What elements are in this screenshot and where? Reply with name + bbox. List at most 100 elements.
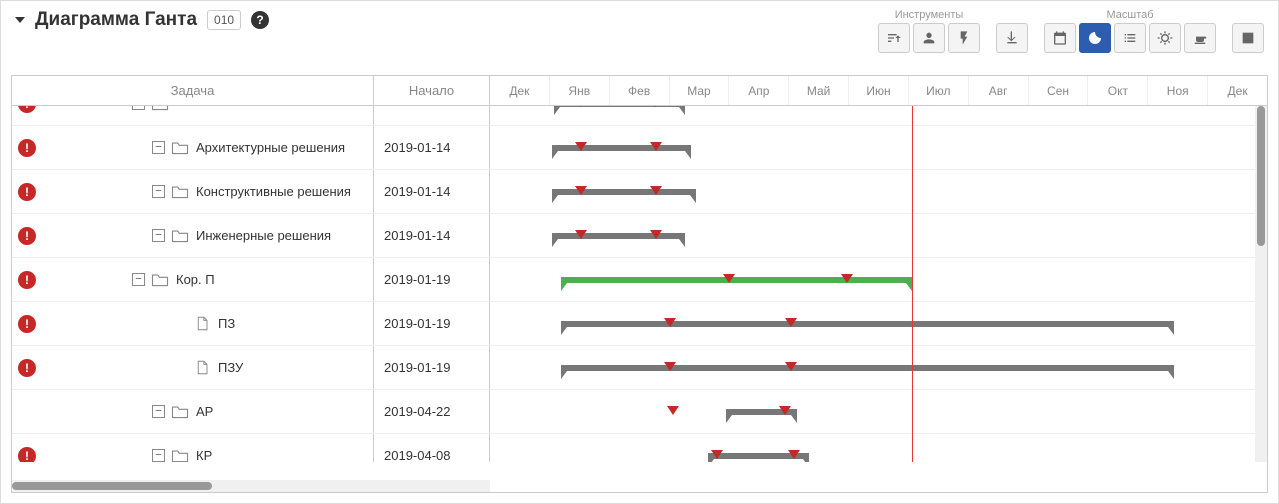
task-cell: ! ПЗ	[12, 302, 374, 345]
gantt-bar[interactable]	[554, 106, 685, 107]
folder-icon	[171, 448, 189, 462]
scale-day-button[interactable]	[1044, 23, 1076, 53]
folder-icon	[171, 184, 189, 199]
tree-collapse-icon[interactable]: −	[152, 185, 165, 198]
gantt-bar[interactable]	[561, 365, 1175, 371]
task-cell: ! − Кор. П	[12, 258, 374, 301]
gantt-widget: Диаграмма Ганта 010 ? Инструменты Мас	[0, 0, 1279, 504]
folder-icon	[151, 272, 169, 287]
alert-icon: !	[18, 315, 36, 333]
help-icon[interactable]: ?	[251, 11, 269, 29]
milestone-marker-icon	[650, 230, 662, 239]
month-cell: Мар	[670, 76, 730, 105]
milestone-marker-icon	[779, 406, 791, 415]
tree-collapse-icon[interactable]: −	[152, 405, 165, 418]
month-cell: Сен	[1029, 76, 1089, 105]
sort-button[interactable]	[878, 23, 910, 53]
task-name: АР	[196, 404, 213, 419]
collapse-toggle-icon[interactable]	[15, 17, 25, 23]
gantt-bar[interactable]	[552, 233, 685, 239]
task-cell: !−Инженерные решения	[12, 214, 374, 257]
table-row[interactable]: ! − Кор. П 2019-01-19	[12, 258, 1267, 302]
tree-collapse-icon[interactable]: −	[152, 449, 165, 462]
timeline-header: ДекЯнвФевМарАпрМайИюнИюлАвгСенОктНояДек	[490, 76, 1267, 105]
scale-label: Масштаб	[1106, 9, 1153, 21]
task-cell: − АР	[12, 390, 374, 433]
table-row[interactable]: !−Архитектурные решения2019-01-14	[12, 126, 1267, 170]
start-date	[374, 106, 490, 125]
start-date: 2019-04-08	[374, 434, 490, 462]
folder-icon	[151, 106, 169, 111]
milestone-marker-icon	[711, 450, 723, 459]
header-right: Инструменты Масштаб	[878, 9, 1264, 53]
month-cell: Окт	[1088, 76, 1148, 105]
count-badge: 010	[207, 10, 241, 30]
tree-collapse-icon[interactable]: −	[152, 141, 165, 154]
row-chart	[490, 106, 1267, 125]
fullscreen-group	[1232, 9, 1264, 53]
milestone-marker-icon	[575, 106, 587, 107]
tree-collapse-icon[interactable]: −	[132, 106, 145, 110]
column-start[interactable]: Начало	[374, 76, 490, 105]
tree-collapse-icon[interactable]: −	[132, 273, 145, 286]
table-row[interactable]: ! ПЗУ 2019-01-19	[12, 346, 1267, 390]
tree-collapse-icon[interactable]: −	[152, 229, 165, 242]
folder-icon	[171, 404, 189, 419]
table-row[interactable]: − АР 2019-04-22	[12, 390, 1267, 434]
task-cell: ! ПЗУ	[12, 346, 374, 389]
row-chart	[490, 258, 1267, 301]
start-date: 2019-04-22	[374, 390, 490, 433]
today-line	[912, 106, 913, 462]
fullscreen-button[interactable]	[1232, 23, 1264, 53]
task-name: ПЗУ	[218, 360, 243, 375]
table-row[interactable]: !−Конструктивные решения2019-01-14	[12, 170, 1267, 214]
bolt-button[interactable]	[948, 23, 980, 53]
task-name: Кор. П	[176, 272, 215, 287]
horizontal-scrollbar[interactable]	[12, 480, 490, 492]
vertical-scrollbar[interactable]	[1255, 106, 1267, 462]
start-date: 2019-01-19	[374, 346, 490, 389]
task-name: Архитектурные решения	[196, 140, 345, 155]
task-name: Инженерные решения	[196, 228, 331, 243]
scale-night-button[interactable]	[1079, 23, 1111, 53]
gantt-bar[interactable]	[561, 321, 1175, 327]
vscroll-thumb[interactable]	[1257, 106, 1265, 246]
gantt-bar[interactable]	[552, 189, 697, 195]
scale-sun-button[interactable]	[1149, 23, 1181, 53]
milestone-marker-icon	[650, 186, 662, 195]
download-button[interactable]	[996, 23, 1028, 53]
milestone-marker-icon	[575, 186, 587, 195]
start-date: 2019-01-19	[374, 302, 490, 345]
month-cell: Май	[789, 76, 849, 105]
table-row[interactable]: !−КР2019-04-08	[12, 434, 1267, 462]
scale-coffee-button[interactable]	[1184, 23, 1216, 53]
table-row[interactable]: ! ПЗ 2019-01-19	[12, 302, 1267, 346]
file-icon	[193, 360, 211, 375]
tools-group: Инструменты	[878, 9, 980, 53]
row-chart	[490, 434, 1267, 462]
table-row[interactable]: !−	[12, 106, 1267, 126]
milestone-marker-icon	[664, 318, 676, 327]
row-chart	[490, 214, 1267, 257]
users-button[interactable]	[913, 23, 945, 53]
task-name: ПЗ	[218, 316, 235, 331]
month-cell: Июн	[849, 76, 909, 105]
alert-icon: !	[18, 106, 36, 113]
gantt-bar[interactable]	[552, 145, 691, 151]
month-cell: Дек	[1208, 76, 1267, 105]
column-task[interactable]: Задача	[12, 76, 374, 105]
milestone-marker-icon	[667, 406, 679, 415]
alert-icon: !	[18, 359, 36, 377]
gantt-chart: Задача Начало ДекЯнвФевМарАпрМайИюнИюлАв…	[11, 75, 1268, 493]
scale-list-button[interactable]	[1114, 23, 1146, 53]
milestone-marker-icon	[650, 142, 662, 151]
table-row[interactable]: !−Инженерные решения2019-01-14	[12, 214, 1267, 258]
alert-icon: !	[18, 183, 36, 201]
alert-icon: !	[18, 271, 36, 289]
hscroll-thumb[interactable]	[12, 482, 212, 490]
alert-icon: !	[18, 139, 36, 157]
start-date: 2019-01-19	[374, 258, 490, 301]
row-chart	[490, 170, 1267, 213]
gantt-bar[interactable]	[561, 277, 912, 283]
file-icon	[193, 316, 211, 331]
